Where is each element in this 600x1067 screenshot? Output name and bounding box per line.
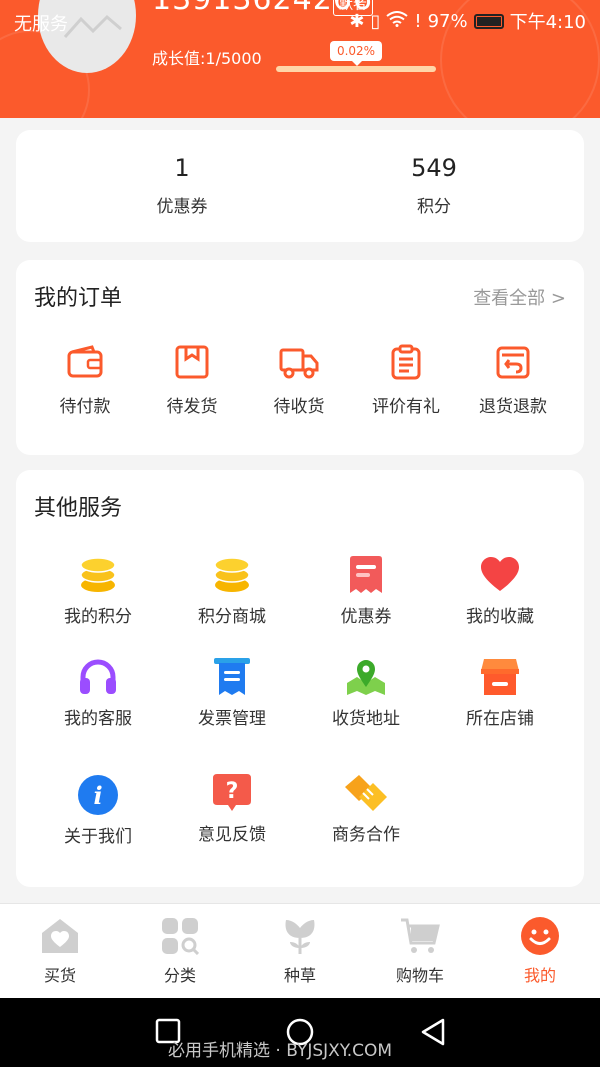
- home-icon: [42, 919, 78, 953]
- tab-cart[interactable]: 购物车: [360, 916, 480, 986]
- order-label: 评价有礼: [372, 397, 440, 417]
- tab-label: 分类: [163, 966, 196, 985]
- order-pending-receipt[interactable]: 待收货: [249, 344, 349, 417]
- orders-title: 我的订单: [34, 286, 123, 311]
- growth-progress-bar: [276, 66, 436, 72]
- tab-label: 我的: [523, 966, 556, 985]
- coupon-label: 优惠券: [156, 197, 208, 217]
- truck-icon: [279, 348, 319, 379]
- service-store[interactable]: 所在店铺: [440, 656, 560, 729]
- order-label: 待发货: [166, 397, 218, 417]
- order-label: 退货退款: [479, 397, 547, 417]
- carrier-label: 无服务: [14, 14, 68, 35]
- service-label: 商务合作: [332, 825, 400, 845]
- coins-icon: [80, 557, 116, 592]
- shop-icon: [481, 659, 519, 695]
- order-pending-payment[interactable]: 待付款: [35, 344, 135, 417]
- service-label: 我的客服: [64, 709, 132, 729]
- map-pin-icon: [347, 660, 385, 695]
- tab-recommend[interactable]: 种草: [240, 916, 360, 986]
- service-label: 积分商城: [198, 607, 266, 627]
- service-label: 优惠券: [340, 607, 392, 627]
- alert-icon: !: [414, 10, 422, 32]
- invoice-icon: [214, 658, 250, 695]
- tab-label: 买货: [43, 966, 76, 985]
- services-card: 其他服务 我的积分 积分商城 优惠券 我的收藏 我的客服 发票管理 收货地址 所…: [16, 470, 584, 887]
- progress-tooltip: 0.02%: [330, 41, 382, 66]
- view-all-orders-link[interactable]: 查看全部 >: [473, 284, 566, 310]
- service-customer-support[interactable]: 我的客服: [38, 656, 158, 729]
- handshake-icon: [345, 775, 387, 811]
- service-label: 所在店铺: [466, 709, 534, 729]
- battery-percent: 97%: [427, 10, 468, 32]
- cart-icon: [401, 918, 440, 953]
- service-label: 发票管理: [198, 709, 266, 729]
- vibrate-icon: ▯: [370, 10, 381, 32]
- svg-text:?: ?: [226, 779, 239, 804]
- stats-card: 1 优惠券 549 积分: [16, 130, 584, 242]
- service-label: 我的积分: [64, 607, 132, 627]
- clock: 下午4:10: [509, 12, 586, 33]
- service-label: 收货地址: [332, 709, 400, 729]
- points-count: 549: [411, 154, 457, 182]
- growth-value: 成长值:1/5000: [152, 49, 262, 68]
- wallet-icon: [67, 345, 103, 378]
- coupon-stat[interactable]: 1 优惠券: [82, 154, 282, 217]
- service-label: 关于我们: [64, 827, 132, 847]
- points-label: 积分: [417, 197, 451, 217]
- bluetooth-icon: ✱: [349, 10, 365, 32]
- orders-card: 我的订单 查看全部 > 待付款 待发货 待收货 评价有礼 退货退款: [16, 260, 584, 455]
- back-button[interactable]: [420, 1018, 446, 1050]
- package-icon: [175, 345, 209, 379]
- heart-icon: [481, 557, 519, 591]
- service-label: 意见反馈: [198, 825, 266, 845]
- service-business[interactable]: 商务合作: [306, 772, 426, 845]
- battery-icon: [473, 13, 504, 29]
- coupon-icon: [350, 556, 382, 593]
- flower-icon: [285, 920, 315, 954]
- triangle-back-icon: [421, 1018, 445, 1046]
- category-icon: [162, 918, 199, 955]
- order-label: 待付款: [59, 397, 111, 417]
- service-coupons[interactable]: 优惠券: [306, 554, 426, 627]
- service-invoice[interactable]: 发票管理: [172, 656, 292, 729]
- tab-mine[interactable]: 我的: [480, 916, 600, 986]
- points-stat[interactable]: 549 积分: [334, 154, 534, 217]
- service-feedback[interactable]: ? 意见反馈: [172, 772, 292, 845]
- tab-shop[interactable]: 买货: [0, 916, 120, 986]
- service-points-mall[interactable]: 积分商城: [172, 554, 292, 627]
- service-my-points[interactable]: 我的积分: [38, 554, 158, 627]
- order-pending-shipment[interactable]: 待发货: [142, 344, 242, 417]
- service-address[interactable]: 收货地址: [306, 656, 426, 729]
- coupon-count: 1: [174, 154, 190, 182]
- order-label: 待收货: [273, 397, 325, 417]
- order-refund[interactable]: 退货退款: [463, 344, 563, 417]
- tab-category[interactable]: 分类: [120, 916, 240, 986]
- order-review[interactable]: 评价有礼: [356, 344, 456, 417]
- tab-label: 种草: [283, 966, 316, 985]
- smiley-icon: [521, 917, 559, 955]
- clipboard-icon: [391, 344, 421, 380]
- wifi-icon: [386, 10, 408, 32]
- tab-label: 购物车: [395, 966, 444, 985]
- return-icon: [496, 346, 530, 379]
- service-label: 我的收藏: [466, 607, 534, 627]
- bottom-tab-bar: 买货 分类 种草 购物车 我的: [0, 903, 600, 998]
- svg-text:i: i: [93, 781, 102, 810]
- headphones-icon: [80, 659, 116, 694]
- service-favorites[interactable]: 我的收藏: [440, 554, 560, 627]
- feedback-icon: ?: [213, 774, 251, 811]
- info-icon: i: [78, 775, 118, 815]
- status-bar: 无服务 ✱ ▯ ! 97% 下午4:10: [0, 0, 600, 40]
- watermark: 必用手机精选 · BYJSJXY.COM: [168, 1041, 393, 1061]
- coins-icon: [214, 557, 250, 592]
- service-about-us[interactable]: i 关于我们: [38, 774, 158, 847]
- services-title: 其他服务: [34, 496, 123, 521]
